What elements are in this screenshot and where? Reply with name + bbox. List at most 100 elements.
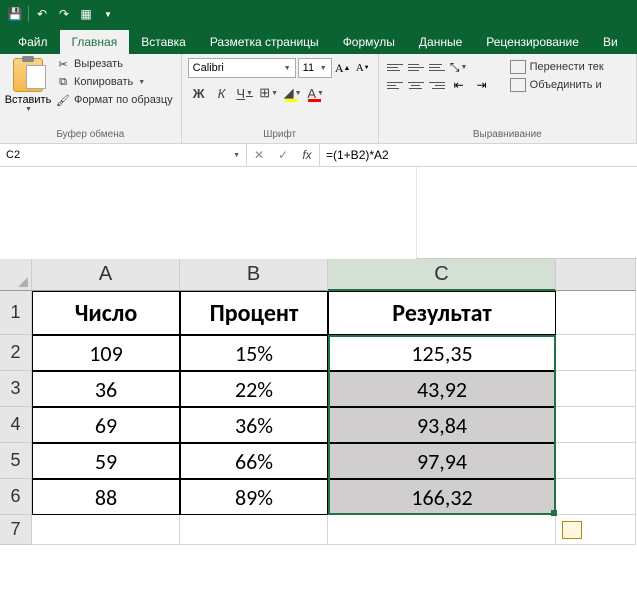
formula-bar-expanded [416, 167, 637, 259]
col-header-c[interactable]: C [328, 259, 556, 291]
decrease-indent-button[interactable]: ⇤ [448, 76, 470, 94]
cell-a1[interactable]: Число [32, 291, 180, 335]
col-header-d[interactable] [556, 259, 636, 291]
cell-b5[interactable]: 66% [180, 443, 328, 479]
qat-customize-icon[interactable]: ▼ [97, 3, 119, 25]
insert-function-button[interactable]: fx [295, 144, 319, 166]
col-header-a[interactable]: A [32, 259, 180, 291]
underline-button[interactable]: Ч▼ [234, 82, 256, 104]
increase-font-button[interactable]: A▲ [334, 58, 352, 78]
cell-a3[interactable]: 36 [32, 371, 180, 407]
cell-b1[interactable]: Процент [180, 291, 328, 335]
row-header-6[interactable]: 6 [0, 479, 32, 515]
format-painter-button[interactable]: 🖌 Формат по образцу [54, 92, 175, 108]
cell-grid: Число Процент Результат 109 15% 125,35 3… [32, 291, 637, 545]
group-alignment: ⤡▼ ⇤ ⇥ Перенести тек Объединить и [379, 54, 637, 143]
redo-icon[interactable]: ↷ [53, 3, 75, 25]
fill-color-button[interactable]: ◢ ▼ [282, 82, 304, 104]
formula-input[interactable]: =(1+B2)*A2 [320, 144, 637, 166]
formula-value: =(1+B2)*A2 [326, 148, 389, 162]
align-middle-button[interactable] [406, 58, 426, 76]
group-clipboard: Вставить ▼ ✂ Вырезать ⧉ Копировать ▼ 🖌 Ф… [0, 54, 182, 143]
cell-d6[interactable] [556, 479, 636, 515]
italic-button[interactable]: К [211, 82, 233, 104]
tab-formulas[interactable]: Формулы [331, 30, 407, 54]
cell-a7[interactable] [32, 515, 180, 545]
font-size-select[interactable]: 11 ▼ [298, 58, 332, 78]
chevron-down-icon: ▼ [317, 90, 324, 97]
cell-b7[interactable] [180, 515, 328, 545]
cell-c3[interactable]: 43,92 [328, 371, 556, 407]
cell-c6[interactable]: 166,32 [328, 479, 556, 515]
row-header-7[interactable]: 7 [0, 515, 32, 545]
cell-a4[interactable]: 69 [32, 407, 180, 443]
enter-formula-button[interactable]: ✓ [271, 144, 295, 166]
tab-view[interactable]: Ви [591, 30, 630, 54]
merge-icon [510, 78, 526, 92]
select-all-corner[interactable] [0, 259, 32, 291]
print-preview-icon[interactable]: ▦ [75, 3, 97, 25]
row-header-3[interactable]: 3 [0, 371, 32, 407]
cell-c1[interactable]: Результат [328, 291, 556, 335]
col-header-b[interactable]: B [180, 259, 328, 291]
tab-review[interactable]: Рецензирование [474, 30, 591, 54]
borders-button[interactable]: ⊞▼ [258, 82, 280, 104]
tab-page-layout[interactable]: Разметка страницы [198, 30, 331, 54]
cell-d4[interactable] [556, 407, 636, 443]
align-bottom-button[interactable] [427, 58, 447, 76]
tab-file[interactable]: Файл [6, 30, 60, 54]
wrap-icon [510, 60, 526, 74]
row-header-4[interactable]: 4 [0, 407, 32, 443]
font-color-button[interactable]: A ▼ [305, 82, 327, 104]
chevron-down-icon: ▼ [271, 90, 278, 97]
copy-button[interactable]: ⧉ Копировать ▼ [54, 74, 175, 90]
align-center-button[interactable] [406, 76, 426, 94]
wrap-text-button[interactable]: Перенести тек [509, 59, 605, 75]
row-header-1[interactable]: 1 [0, 291, 32, 335]
cell-c5[interactable]: 97,94 [328, 443, 556, 479]
tab-insert[interactable]: Вставка [129, 30, 198, 54]
scissors-icon: ✂ [56, 57, 70, 71]
decrease-font-button[interactable]: A▼ [354, 58, 372, 78]
cell-a6[interactable]: 88 [32, 479, 180, 515]
cell-b6[interactable]: 89% [180, 479, 328, 515]
undo-icon[interactable]: ↶ [31, 3, 53, 25]
cell-d2[interactable] [556, 335, 636, 371]
cut-label: Вырезать [74, 58, 123, 70]
name-box[interactable]: C2 ▼ [0, 144, 247, 166]
cell-c4[interactable]: 93,84 [328, 407, 556, 443]
cell-b3[interactable]: 22% [180, 371, 328, 407]
group-label-font: Шрифт [188, 128, 372, 141]
row-header-2[interactable]: 2 [0, 335, 32, 371]
fill-color-swatch [285, 99, 298, 102]
cell-d5[interactable] [556, 443, 636, 479]
align-right-button[interactable] [427, 76, 447, 94]
increase-indent-button[interactable]: ⇥ [471, 76, 493, 94]
bold-button[interactable]: Ж [188, 82, 210, 104]
save-icon[interactable]: 💾 [4, 3, 26, 25]
font-name-select[interactable]: Calibri ▼ [188, 58, 296, 78]
align-top-button[interactable] [385, 58, 405, 76]
row-header-5[interactable]: 5 [0, 443, 32, 479]
cell-c2[interactable]: 125,35 [328, 335, 556, 371]
paste-button[interactable]: Вставить ▼ [6, 56, 50, 128]
brush-icon: 🖌 [56, 93, 70, 107]
merge-center-button[interactable]: Объединить и [509, 77, 605, 93]
cancel-formula-button[interactable]: ✕ [247, 144, 271, 166]
tab-data[interactable]: Данные [407, 30, 474, 54]
name-box-value: C2 [6, 149, 20, 161]
align-left-button[interactable] [385, 76, 405, 94]
group-label-alignment: Выравнивание [385, 128, 630, 141]
cell-a5[interactable]: 59 [32, 443, 180, 479]
cell-b4[interactable]: 36% [180, 407, 328, 443]
cell-d1[interactable] [556, 291, 636, 335]
cell-c7[interactable] [328, 515, 556, 545]
wrap-label: Перенести тек [530, 61, 604, 73]
cell-a2[interactable]: 109 [32, 335, 180, 371]
cell-b2[interactable]: 15% [180, 335, 328, 371]
autofill-options-button[interactable] [562, 521, 582, 539]
tab-home[interactable]: Главная [60, 30, 130, 54]
orientation-button[interactable]: ⤡▼ [448, 58, 470, 76]
cut-button[interactable]: ✂ Вырезать [54, 56, 175, 72]
cell-d3[interactable] [556, 371, 636, 407]
